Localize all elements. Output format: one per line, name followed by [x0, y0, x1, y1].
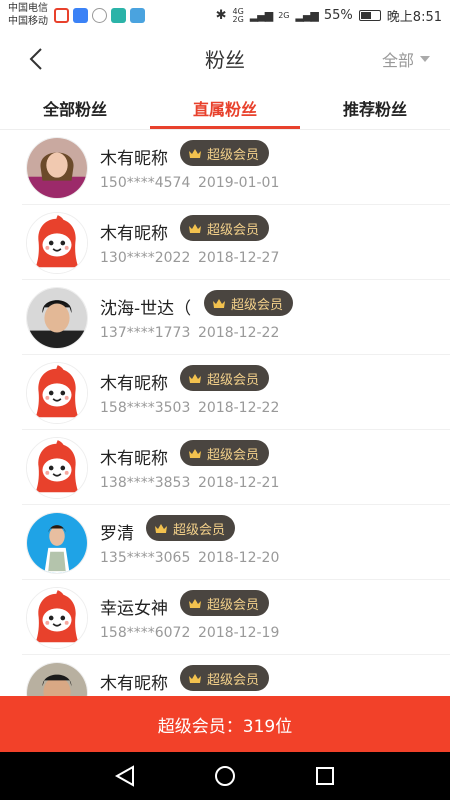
fan-list-item[interactable]: 沈海-世达（ 超级会员 137****1773 2018-12-22: [22, 280, 450, 355]
tab-all-fans[interactable]: 全部粉丝: [0, 96, 150, 120]
member-badge: 超级会员: [180, 440, 270, 466]
member-badge-label: 超级会员: [207, 672, 260, 688]
member-count-bar: 超级会员：319位: [0, 696, 450, 752]
mail-icon: [130, 8, 145, 23]
fan-name: 罗清: [100, 524, 134, 544]
avatar: [26, 662, 88, 696]
crown-icon: [189, 673, 201, 683]
avatar: [26, 137, 88, 199]
avatar: [26, 362, 88, 424]
fan-join-date: 2018-12-20: [198, 550, 280, 566]
tab-recommended-fans[interactable]: 推荐粉丝: [300, 96, 450, 120]
carrier-1: 中国电信: [8, 3, 48, 14]
fan-phone: 158****3503: [100, 400, 191, 416]
fan-list-item[interactable]: 木有昵称 超级会员: [22, 655, 450, 696]
bluetooth-icon: ✱: [215, 8, 227, 23]
filter-dropdown[interactable]: 全部: [382, 47, 430, 71]
crown-icon: [155, 523, 167, 533]
fan-phone: 158****6072: [100, 625, 191, 641]
fan-list-item[interactable]: 幸运女神 超级会员 158****6072 2018-12-19: [22, 580, 450, 655]
status-right: ✱ 4G 2G ▂▄▆ 2G ▂▄▆ 55% 晚上8:51: [216, 6, 442, 25]
avatar: [26, 587, 88, 649]
signal-icon: 4G 2G: [232, 6, 244, 24]
fan-list-item[interactable]: 木有昵称 超级会员 150****4574 2019-01-01: [22, 130, 450, 205]
fan-phone: 138****3853: [100, 475, 191, 491]
caret-down-icon: [420, 56, 430, 62]
avatar: [26, 437, 88, 499]
fan-name: 木有昵称: [100, 374, 168, 394]
status-bar: 中国电信 中国移动 ✱ 4G 2G ▂▄▆ 2G ▂▄▆ 55% 晚上8:51: [0, 0, 450, 32]
member-badge-label: 超级会员: [231, 297, 284, 313]
fan-join-date: 2018-12-22: [198, 325, 280, 341]
wechat-icon: [92, 8, 107, 23]
crown-icon: [189, 148, 201, 158]
avatar: [26, 212, 88, 274]
member-count-label: 超级会员：319位: [157, 716, 293, 737]
fan-name: 沈海-世达（: [100, 299, 192, 319]
member-badge-label: 超级会员: [207, 147, 260, 163]
fan-join-date: 2018-12-21: [198, 475, 280, 491]
fan-name: 木有昵称: [100, 149, 168, 169]
app-icon: [111, 8, 126, 23]
fan-name: 木有昵称: [100, 224, 168, 244]
carrier-2: 中国移动: [8, 16, 48, 27]
member-badge: 超级会员: [204, 290, 294, 316]
clock: 晚上8:51: [386, 10, 442, 25]
fan-phone: 137****1773: [100, 325, 191, 341]
recents-square-icon[interactable]: [313, 764, 337, 788]
member-badge-label: 超级会员: [173, 522, 226, 538]
fan-list-item[interactable]: 木有昵称 超级会员 158****3503 2018-12-22: [22, 355, 450, 430]
member-badge: 超级会员: [180, 140, 270, 166]
avatar: [26, 287, 88, 349]
fan-list: 木有昵称 超级会员 150****4574 2019-01-01 木有昵称 超级会员 130…: [0, 130, 450, 696]
crown-icon: [213, 298, 225, 308]
filter-label: 全部: [381, 51, 414, 70]
member-badge: 超级会员: [180, 365, 270, 391]
member-badge: 超级会员: [180, 215, 270, 241]
signal-bars-icon-2: ▂▄▆: [295, 9, 319, 22]
fan-name: 幸运女神: [100, 599, 168, 619]
avatar: [26, 512, 88, 574]
tab-bar: 全部粉丝 直属粉丝 推荐粉丝: [0, 86, 450, 130]
crown-icon: [189, 598, 201, 608]
home-circle-icon[interactable]: [213, 764, 237, 788]
system-nav-bar: [0, 752, 450, 800]
fan-name: 木有昵称: [100, 449, 168, 469]
fan-phone: 130****2022: [100, 250, 191, 266]
bell-app-icon: [54, 8, 69, 23]
fan-join-date: 2019-01-01: [198, 175, 280, 191]
member-badge-label: 超级会员: [207, 447, 260, 463]
fan-phone: 150****4574: [100, 175, 191, 191]
fan-phone: 135****3065: [100, 550, 191, 566]
crown-icon: [189, 448, 201, 458]
crown-icon: [189, 223, 201, 233]
fan-list-item[interactable]: 罗清 超级会员 135****3065 2018-12-20: [22, 505, 450, 580]
member-badge-label: 超级会员: [207, 372, 260, 388]
battery-icon: [358, 10, 381, 21]
member-badge: 超级会员: [180, 590, 270, 616]
tab-direct-fans[interactable]: 直属粉丝: [150, 96, 300, 120]
notification-icons: [54, 8, 145, 23]
battery-percent: 55%: [323, 8, 353, 23]
back-triangle-icon[interactable]: [113, 764, 137, 788]
active-tab-indicator: [150, 126, 300, 129]
header: 粉丝 全部: [0, 32, 450, 84]
member-badge: 超级会员: [180, 665, 270, 691]
crown-icon: [189, 373, 201, 383]
fan-join-date: 2018-12-27: [198, 250, 280, 266]
fan-list-item[interactable]: 木有昵称 超级会员 138****3853 2018-12-21: [22, 430, 450, 505]
member-badge-label: 超级会员: [207, 597, 260, 613]
fan-join-date: 2018-12-19: [198, 625, 280, 641]
fan-list-item[interactable]: 木有昵称 超级会员 130****2022 2018-12-27: [22, 205, 450, 280]
fan-join-date: 2018-12-22: [198, 400, 280, 416]
member-badge-label: 超级会员: [207, 222, 260, 238]
shield-app-icon: [73, 8, 88, 23]
fan-name: 木有昵称: [100, 674, 168, 694]
member-badge: 超级会员: [146, 515, 236, 541]
signal-bars-icon: ▂▄▆: [249, 9, 273, 22]
carrier-info: 中国电信 中国移动: [8, 2, 48, 28]
network-label: 2G: [278, 10, 290, 20]
